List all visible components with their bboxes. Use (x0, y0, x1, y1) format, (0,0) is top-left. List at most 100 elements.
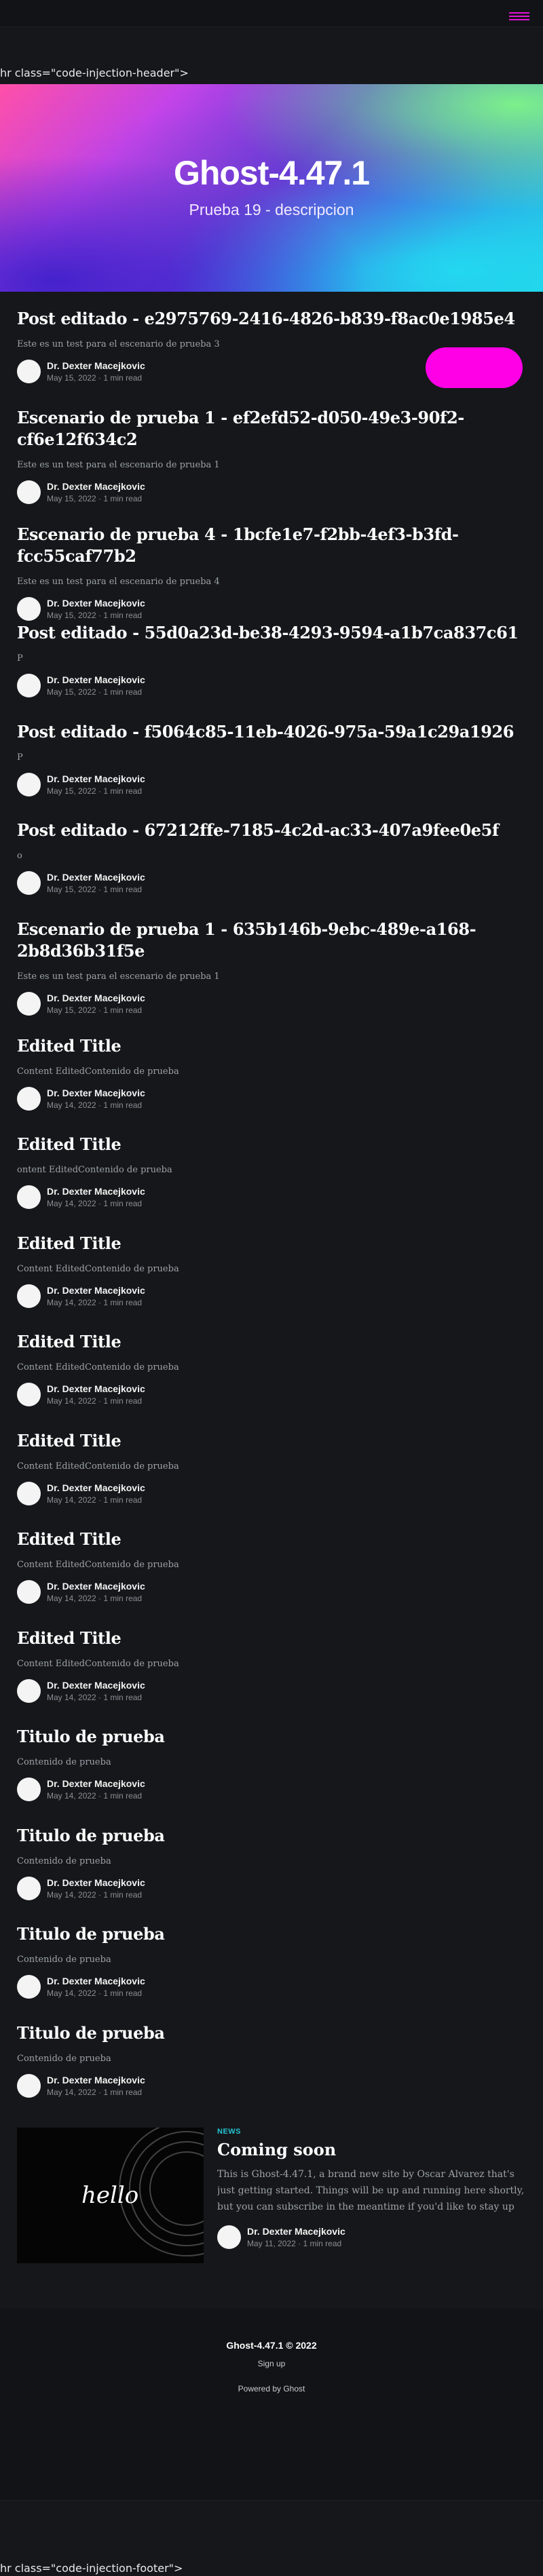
post-title[interactable]: Titulo de prueba (17, 1923, 526, 1945)
footer-signup-link[interactable]: Sign up (0, 2359, 543, 2368)
footer-copyright[interactable]: Ghost-4.47.1 © 2022 (0, 2340, 543, 2351)
post-date-text: May 15, 2022 (47, 786, 96, 796)
author-name[interactable]: Dr. Dexter Macejkovic (247, 2226, 345, 2237)
author-name[interactable]: Dr. Dexter Macejkovic (47, 2075, 145, 2085)
post-title[interactable]: Titulo de prueba (17, 1825, 526, 1847)
post-title[interactable]: Post editado - e2975769-2416-4826-b839-f… (17, 308, 526, 330)
post-card[interactable]: Edited Title Content EditedContenido de p… (17, 1233, 526, 1332)
post-meta: Dr. Dexter Macejkovic May 14, 2022 · 1 mi… (17, 1580, 526, 1604)
post-title[interactable]: Titulo de prueba (17, 1726, 526, 1748)
author-avatar[interactable] (17, 480, 41, 504)
author-avatar[interactable] (17, 1185, 41, 1209)
post-excerpt: Contenido de prueba (17, 2053, 111, 2064)
post-title[interactable]: Edited Title (17, 1628, 526, 1649)
post-title[interactable]: Post editado - 67212ffe-7185-4c2d-ac33-4… (17, 820, 526, 841)
post-card[interactable]: Post editado - 67212ffe-7185-4c2d-ac33-4… (17, 820, 526, 919)
author-avatar[interactable] (17, 1580, 41, 1604)
author-avatar[interactable] (17, 871, 41, 895)
post-date-text: May 15, 2022 (47, 687, 96, 697)
author-name[interactable]: Dr. Dexter Macejkovic (47, 1088, 145, 1098)
post-date: May 14, 2022 · 1 min read (47, 1594, 143, 1603)
author-avatar[interactable] (17, 1481, 41, 1505)
author-avatar[interactable] (17, 1086, 41, 1111)
author-avatar[interactable] (17, 1876, 41, 1900)
post-card[interactable]: Escenario de prueba 1 - ef2efd52-d050-49… (17, 407, 526, 524)
post-excerpt: Content EditedContenido de prueba (17, 1263, 179, 1274)
post-card[interactable]: Escenario de prueba 1 - 635b146b-9ebc-48… (17, 919, 526, 1035)
post-title[interactable]: Coming soon (217, 2140, 526, 2159)
author-name[interactable]: Dr. Dexter Macejkovic (47, 1285, 145, 1296)
post-title[interactable]: Escenario de prueba 1 - ef2efd52-d050-49… (17, 407, 526, 450)
site-title: Ghost-4.47.1 (173, 154, 370, 192)
footer-powered-by[interactable]: Powered by Ghost (0, 2384, 543, 2394)
reading-time: 1 min read (103, 1889, 143, 1900)
author-name[interactable]: Dr. Dexter Macejkovic (47, 1680, 145, 1691)
author-avatar[interactable] (217, 2225, 241, 2249)
post-date: May 15, 2022 · 1 min read (47, 786, 143, 796)
post-card[interactable]: Edited Title Content EditedContenido de p… (17, 1529, 526, 1628)
author-avatar[interactable] (17, 360, 41, 383)
author-avatar[interactable] (17, 1975, 41, 1999)
author-name[interactable]: Dr. Dexter Macejkovic (47, 360, 145, 371)
author-name[interactable]: Dr. Dexter Macejkovic (47, 1482, 145, 1493)
author-name[interactable]: Dr. Dexter Macejkovic (47, 1877, 145, 1888)
author-name[interactable]: Dr. Dexter Macejkovic (47, 1976, 145, 1986)
featured-post-content: NEWS Coming soon This is Ghost-4.47.1, a… (217, 2128, 526, 2249)
author-name[interactable]: Dr. Dexter Macejkovic (47, 773, 145, 784)
post-date: May 14, 2022 · 1 min read (47, 1297, 143, 1307)
post-card[interactable]: Edited Title Content EditedContenido de p… (17, 1331, 526, 1430)
post-title[interactable]: Escenario de prueba 4 - 1bcfe1e7-f2bb-4e… (17, 524, 526, 567)
author-name[interactable]: Dr. Dexter Macejkovic (47, 1383, 145, 1394)
post-title[interactable]: Titulo de prueba (17, 2022, 526, 2044)
author-avatar[interactable] (17, 596, 41, 621)
post-date-text: May 14, 2022 (47, 1396, 96, 1406)
author-name[interactable]: Dr. Dexter Macejkovic (47, 481, 145, 492)
author-avatar[interactable] (17, 991, 41, 1016)
author-name[interactable]: Dr. Dexter Macejkovic (47, 674, 145, 685)
post-title[interactable]: Escenario de prueba 1 - 635b146b-9ebc-48… (17, 919, 526, 962)
post-title[interactable]: Edited Title (17, 1331, 526, 1353)
post-card[interactable]: Titulo de prueba Contenido de prueba Dr. D… (17, 1923, 526, 2022)
post-card[interactable]: Escenario de prueba 4 - 1bcfe1e7-f2bb-4e… (17, 524, 526, 623)
author-name[interactable]: Dr. Dexter Macejkovic (47, 1581, 145, 1592)
author-avatar[interactable] (17, 1383, 41, 1406)
author-name[interactable]: Dr. Dexter Macejkovic (47, 1186, 145, 1197)
post-card[interactable]: Edited Title Content EditedContenido de p… (17, 1035, 526, 1134)
post-card[interactable]: Edited Title Content EditedContenido de p… (17, 1628, 526, 1727)
author-avatar[interactable] (17, 1777, 41, 1801)
post-title[interactable]: Edited Title (17, 1430, 526, 1452)
post-date-text: May 15, 2022 (47, 610, 96, 620)
post-title[interactable]: Post editado - 55d0a23d-be38-4293-9594-a… (17, 622, 526, 644)
reading-time: 1 min read (103, 1495, 143, 1505)
post-card[interactable]: Titulo de prueba Contenido de prueba Dr. D… (17, 1825, 526, 1924)
post-card[interactable]: Edited Title ontent EditedContenido de pr… (17, 1134, 526, 1233)
author-avatar[interactable] (17, 674, 41, 697)
post-title[interactable]: Edited Title (17, 1233, 526, 1254)
post-tag[interactable]: NEWS (217, 2128, 526, 2136)
post-title[interactable]: Edited Title (17, 1529, 526, 1550)
post-card[interactable]: Edited Title Content EditedContenido de p… (17, 1430, 526, 1529)
post-title[interactable]: Edited Title (17, 1035, 526, 1057)
post-date-text: May 15, 2022 (47, 1005, 96, 1015)
post-meta: Dr. Dexter Macejkovic May 14, 2022 · 1 mi… (17, 1284, 526, 1308)
author-avatar[interactable] (17, 1284, 41, 1308)
author-avatar[interactable] (17, 772, 41, 796)
reading-time: 1 min read (103, 1199, 143, 1208)
menu-icon[interactable] (509, 12, 529, 22)
author-name[interactable]: Dr. Dexter Macejkovic (47, 598, 145, 609)
author-name[interactable]: Dr. Dexter Macejkovic (47, 1778, 145, 1789)
post-title[interactable]: Edited Title (17, 1134, 526, 1155)
author-name[interactable]: Dr. Dexter Macejkovic (47, 872, 145, 883)
author-avatar[interactable] (17, 2073, 41, 2098)
featured-post-card[interactable]: hello NEWS Coming soon This is Ghost-4.4… (17, 2128, 526, 2263)
post-card[interactable]: Post editado - e2975769-2416-4826-b839-f… (17, 308, 526, 407)
post-card[interactable]: Post editado - f5064c85-11eb-4026-975a-5… (17, 721, 526, 820)
post-card[interactable]: Post editado - 55d0a23d-be38-4293-9594-a… (17, 622, 526, 721)
author-avatar[interactable] (17, 1678, 41, 1703)
post-title[interactable]: Post editado - f5064c85-11eb-4026-975a-5… (17, 721, 526, 743)
post-card[interactable]: Titulo de prueba Contenido de prueba Dr. D… (17, 2022, 526, 2121)
post-image[interactable]: hello (17, 2128, 204, 2263)
post-card[interactable]: Titulo de prueba Contenido de prueba Dr. D… (17, 1726, 526, 1825)
author-name[interactable]: Dr. Dexter Macejkovic (47, 993, 145, 1003)
post-date-text: May 14, 2022 (47, 1495, 96, 1505)
